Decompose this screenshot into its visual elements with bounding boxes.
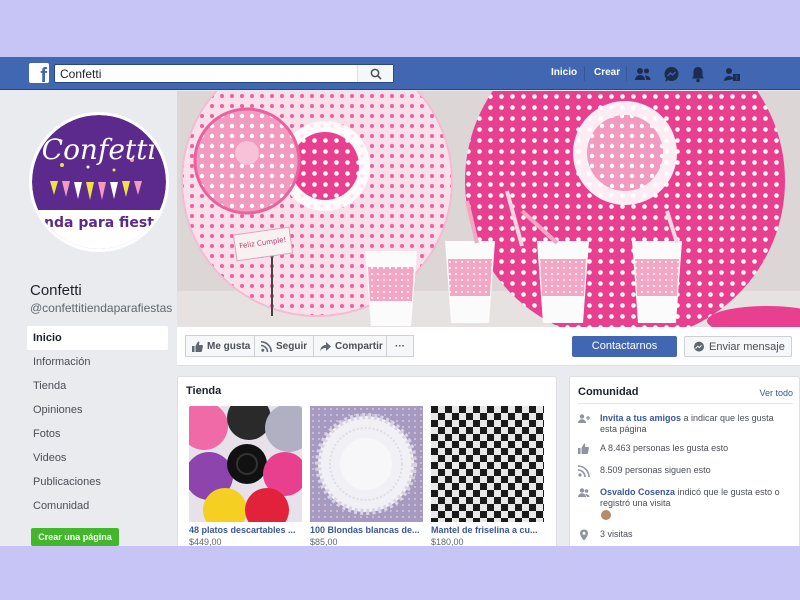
search-input[interactable] — [55, 65, 355, 82]
sidebar-item-informacion[interactable]: Información — [27, 350, 168, 374]
cover-image: Feliz Cumple! — [177, 91, 800, 327]
top-navbar: f Inicio Crear ? — [0, 57, 800, 90]
messenger-icon[interactable] — [662, 65, 680, 83]
logo-subtext: nda para fiest — [44, 215, 154, 231]
rss-follow-icon — [261, 340, 272, 352]
follows-count-text: 8.509 personas siguen esto — [600, 465, 711, 475]
product-name[interactable]: 48 platos descartables ... — [189, 525, 302, 535]
product-price: $180,00 — [431, 537, 464, 546]
browser-frame: f Inicio Crear ? — [0, 57, 800, 546]
sidebar-item-comunidad[interactable]: Comunidad — [27, 494, 168, 518]
sidebar-item-videos[interactable]: Videos — [27, 446, 168, 470]
page-action-bar: Me gusta Seguir Compartir ··· Contactarn… — [177, 327, 800, 366]
share-arrow-icon — [320, 341, 331, 351]
svg-text:?: ? — [735, 75, 738, 82]
sidebar-item-publicaciones[interactable]: Publicaciones — [27, 470, 168, 494]
like-label: Me gusta — [207, 340, 251, 352]
people-icon — [578, 488, 590, 497]
sidebar-item-inicio[interactable]: Inicio — [27, 326, 168, 350]
thumbs-up-icon — [578, 443, 589, 454]
community-section: Comunidad Ver todo Invita a tus amigos a… — [569, 376, 800, 546]
logo-text: Confetti — [42, 133, 157, 166]
product-price: $449,00 — [189, 537, 222, 546]
location-pin-icon — [580, 529, 588, 541]
search-box — [54, 64, 394, 83]
page-sidebar-menu: Inicio Información Tienda Opiniones Foto… — [27, 326, 168, 518]
shop-title[interactable]: Tienda — [186, 385, 221, 397]
search-icon — [370, 68, 382, 80]
avatar[interactable] — [600, 509, 612, 521]
invite-friends-link[interactable]: Invita a tus amigos — [600, 413, 681, 423]
share-label: Compartir — [335, 340, 383, 352]
product-name[interactable]: 100 Blondas blancas de... — [310, 525, 423, 535]
more-options-label: ··· — [395, 340, 405, 352]
nav-divider — [584, 66, 585, 81]
visits-text: 3 visitas — [600, 529, 633, 539]
help-icon[interactable]: ? — [723, 65, 741, 83]
product-name[interactable]: Mantel de friselina a cu... — [431, 525, 544, 535]
rss-follow-icon — [578, 465, 590, 477]
visitor-name-link[interactable]: Osvaldo Cosenza — [600, 487, 675, 497]
facebook-logo-icon[interactable]: f — [29, 63, 49, 83]
product-card[interactable]: 100 Blondas blancas de... $85,00 — [310, 406, 423, 546]
profile-picture[interactable]: Confetti nda para fiest — [29, 112, 169, 252]
contact-us-button[interactable]: Contactarnos — [572, 336, 677, 357]
messenger-icon — [694, 341, 704, 352]
page-title[interactable]: Confetti — [30, 282, 82, 299]
likes-count-text: A 8.463 personas les gusta esto — [600, 443, 729, 453]
left-column: Confetti nda para fiest Confetti @confet… — [0, 91, 176, 546]
friend-requests-icon[interactable] — [634, 65, 652, 83]
sidebar-item-tienda[interactable]: Tienda — [27, 374, 168, 398]
product-card[interactable]: 48 platos descartables ... $449,00 — [189, 406, 302, 546]
send-message-label: Enviar mensaje — [709, 340, 785, 353]
create-page-button[interactable]: Crear una página — [31, 528, 119, 546]
sidebar-item-opiniones[interactable]: Opiniones — [27, 398, 168, 422]
notifications-bell-icon[interactable] — [689, 65, 707, 83]
nav-home-link[interactable]: Inicio — [551, 67, 577, 78]
divider — [578, 403, 793, 404]
shop-section: Tienda 48 platos descartables ... $449,0 — [177, 376, 557, 546]
confetti-logo-image: Confetti nda para fiest — [32, 115, 166, 249]
search-button[interactable] — [357, 65, 393, 82]
more-options-button[interactable]: ··· — [386, 335, 414, 357]
invite-friends-icon — [578, 414, 590, 423]
thumbs-up-icon — [192, 341, 203, 352]
share-button[interactable]: Compartir — [313, 335, 390, 357]
page-username[interactable]: @confettitiendaparafiestas — [30, 301, 172, 315]
cover-photo[interactable]: Feliz Cumple! — [177, 91, 800, 327]
follow-label: Seguir — [276, 340, 308, 352]
product-price: $85,00 — [310, 537, 338, 546]
product-image[interactable] — [189, 406, 302, 522]
follow-button[interactable]: Seguir — [254, 335, 315, 357]
product-card[interactable]: Mantel de friselina a cu... $180,00 — [431, 406, 544, 546]
product-image[interactable] — [310, 406, 423, 522]
community-title[interactable]: Comunidad — [578, 386, 639, 398]
nav-create-link[interactable]: Crear — [594, 67, 620, 78]
product-image[interactable] — [431, 406, 544, 522]
see-all-link[interactable]: Ver todo — [759, 388, 793, 398]
nav-divider — [626, 66, 627, 81]
sidebar-item-fotos[interactable]: Fotos — [27, 422, 168, 446]
like-button[interactable]: Me gusta — [185, 335, 258, 357]
send-message-button[interactable]: Enviar mensaje — [684, 336, 792, 357]
